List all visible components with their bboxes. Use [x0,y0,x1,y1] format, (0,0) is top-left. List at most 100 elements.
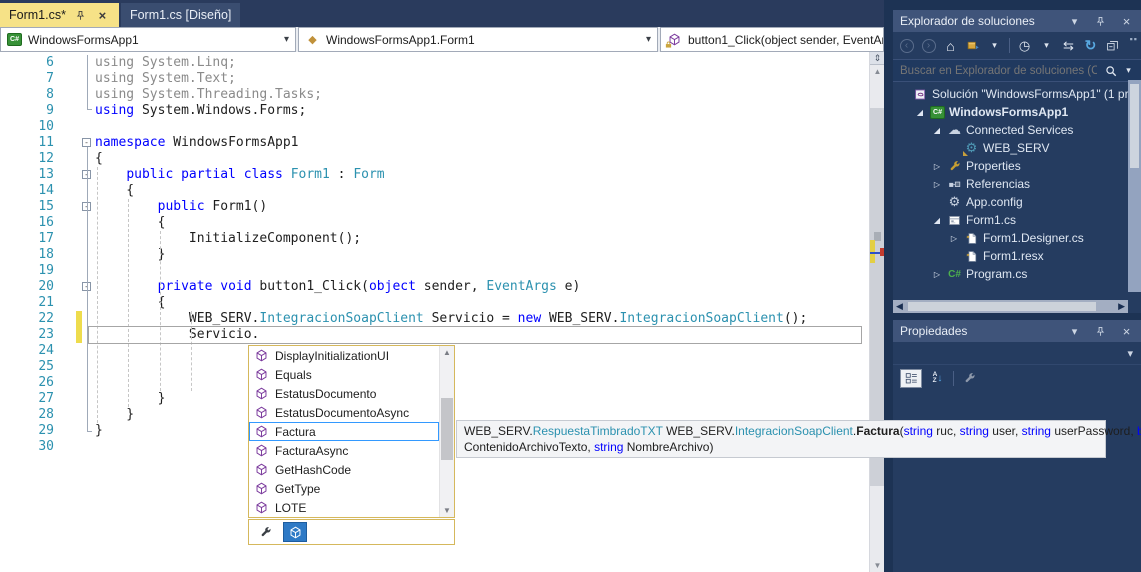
type-dropdown[interactable]: ◆WindowsFormsApp1.Form1▾ [298,27,658,52]
intellisense-item-estatusdocumentoasync[interactable]: EstatusDocumentoAsync [249,403,439,422]
intellisense-item-estatusdocumento[interactable]: EstatusDocumento [249,384,439,403]
intellisense-item-gethashcode[interactable]: GetHashCode [249,460,439,479]
class-icon: ◆ [305,32,320,47]
toolbar-sync-button[interactable]: ⇆ [1061,38,1076,53]
expander-collapsed-icon[interactable]: ▷ [931,270,943,279]
scroll-up-arrow[interactable]: ▲ [870,67,885,76]
toolbar-pending-changes-button[interactable]: ◷ [1017,38,1032,53]
line-number: 28 [0,407,54,423]
pin-icon[interactable] [73,8,88,23]
code-token: sender, [416,279,486,294]
expander-expanded-icon[interactable]: ◢ [931,216,943,225]
search-dropdown-small-button[interactable]: ▾ [1121,63,1136,78]
tree-item-connected-services[interactable]: ◢☁Connected Services [893,121,1141,139]
forward-icon: › [921,38,936,53]
filter-methods-button[interactable] [283,522,307,542]
toolbar-collapse-all-button[interactable] [1105,38,1120,53]
toolbar-alphabetical-button[interactable]: AZ↓ [930,371,945,386]
tree-item-label: WindowsFormsApp1 [949,105,1068,119]
tree-item-properties[interactable]: ▷Properties [893,157,1141,175]
search-magnifier-button[interactable] [1103,63,1118,78]
intellisense-item-equals[interactable]: Equals [249,365,439,384]
tree-item-label: Form1.resx [983,249,1044,263]
intellisense-item-facturaasync[interactable]: FacturaAsync [249,441,439,460]
tree-item-label: Solución "WindowsFormsApp1" (1 proy [932,87,1141,101]
titlebar-pin-button[interactable] [1093,14,1108,29]
dropdown-label: WindowsFormsApp1.Form1 [326,33,475,47]
tree-item-app-config[interactable]: ⚙App.config [893,193,1141,211]
toolbar-switch-view-button[interactable] [965,38,980,53]
toolbar-dropdown-small-button[interactable]: ▾ [987,38,1002,53]
solution-tree: Solución "WindowsFormsApp1" (1 proy◢C#Wi… [893,82,1141,283]
tree-vertical-scrollbar[interactable] [1128,80,1141,292]
properties-titlebar[interactable]: Propiedades ▾× [893,320,1141,342]
tree-item-soluci-n-windowsformsapp1-1-proy[interactable]: Solución "WindowsFormsApp1" (1 proy [893,85,1141,103]
scrollbar-thumb[interactable] [441,398,453,460]
titlebar-close-button[interactable]: × [1119,324,1134,339]
indent-guide [128,199,129,407]
method-cube-icon [254,481,269,496]
scroll-left-arrow[interactable]: ◀ [896,301,903,312]
tab-form1-cs[interactable]: Form1.cs* × [0,3,119,27]
tab-label: Form1.cs* [9,8,66,22]
editor-vertical-scrollbar[interactable]: ⇕ ▲ ▼ [869,52,884,572]
csharp-file-icon: C# [947,267,962,282]
toolbar-refresh-button[interactable]: ↻ [1083,38,1098,53]
splitter-handle-icon[interactable]: ⇕ [870,52,885,65]
toolbar-dropdown-small-button[interactable]: ▾ [1039,38,1054,53]
tree-item-form1-cs[interactable]: ◢Form1.cs [893,211,1141,229]
code-line-20: 20- private void button1_Click(object se… [0,279,869,295]
project-dropdown[interactable]: C#WindowsFormsApp1▾ [0,27,296,52]
member-dropdown[interactable]: button1_Click(object sender, EventArgs e… [660,27,884,52]
scroll-right-arrow[interactable]: ▶ [1118,301,1125,312]
code-token: button1_Click( [252,279,369,294]
scrollbar-thumb[interactable] [908,302,1096,311]
expander-collapsed-icon[interactable]: ▷ [931,162,943,171]
titlebar-pin-button[interactable] [1093,324,1108,339]
toolbar-home-button[interactable]: ⌂ [943,38,958,53]
scrollbar-thumb[interactable] [1130,84,1139,168]
intellisense-item-displayinitializationui[interactable]: DisplayInitializationUI [249,346,439,365]
expander-expanded-icon[interactable]: ◢ [931,126,943,135]
code-token: e) [557,279,580,294]
filter-wrench-button[interactable] [258,525,273,540]
tree-horizontal-scrollbar[interactable]: ◀ ▶ [893,300,1128,313]
code-token: new [518,311,541,326]
scroll-up-arrow[interactable]: ▲ [440,348,454,357]
titlebar-dropdown-button[interactable]: ▾ [1067,14,1082,29]
web-service-icon: ⚙ [964,141,979,156]
titlebar-close-button[interactable]: × [1119,14,1134,29]
toolbar-overflow[interactable]: ▪▪ [1130,34,1138,44]
expander-collapsed-icon[interactable]: ▷ [931,180,943,189]
toolbar-forward-button[interactable]: › [921,38,936,53]
properties-object-combobox[interactable]: ▾ [893,342,1141,364]
toolbar-categorized-button[interactable] [900,369,922,388]
scroll-down-arrow[interactable]: ▼ [440,506,454,515]
fold-collapse-box[interactable]: - [82,138,91,147]
expander-collapsed-icon[interactable]: ▷ [948,234,960,243]
line-number: 7 [0,71,54,87]
intellisense-scrollbar[interactable]: ▲ ▼ [439,346,454,517]
toolbar-back-button[interactable]: ‹ [899,38,914,53]
titlebar-dropdown-button[interactable]: ▾ [1067,324,1082,339]
close-icon[interactable]: × [95,8,110,23]
intellisense-item-gettype[interactable]: GetType [249,479,439,498]
tree-item-referencias[interactable]: ▷Referencias [893,175,1141,193]
code-token: EventArgs [486,279,556,294]
tree-item-windowsformsapp1[interactable]: ◢C#WindowsFormsApp1 [893,103,1141,121]
wrench-icon [258,525,273,540]
code-token: IntegracionSoapClient [259,311,423,326]
intellisense-item-lote[interactable]: LOTE [249,498,439,517]
tab-form1-cs-dise-o[interactable]: Form1.cs [Diseño] [121,3,240,27]
tree-item-form1-designer-cs[interactable]: ▷Form1.Designer.cs [893,229,1141,247]
tree-item-web-serv[interactable]: ⚙WEB_SERV [893,139,1141,157]
scroll-down-arrow[interactable]: ▼ [870,561,885,570]
toolbar-wrench-button[interactable] [962,371,977,386]
intellisense-item-factura[interactable]: Factura [249,422,439,441]
solution-explorer-titlebar[interactable]: Explorador de soluciones ▾× [893,10,1141,32]
search-input[interactable] [898,64,1099,78]
expander-expanded-icon[interactable]: ◢ [914,108,926,117]
tree-item-form1-resx[interactable]: Form1.resx [893,247,1141,265]
tree-item-program-cs[interactable]: ▷C#Program.cs [893,265,1141,283]
code-line-12: 12{ [0,151,869,167]
